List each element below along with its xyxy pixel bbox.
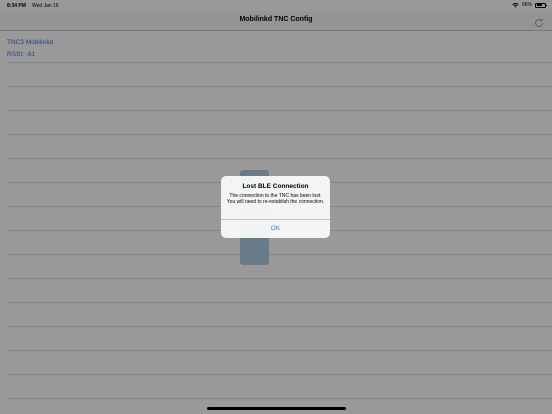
alert-title: Lost BLE Connection (242, 183, 309, 190)
home-indicator[interactable] (207, 407, 346, 410)
alert-message: The connection to the TNC has been lost.… (226, 193, 325, 205)
ok-button[interactable]: OK (221, 220, 330, 238)
app-screen: 8:34 PM Wed Jan 16 66% Mobilinkd TNC Con… (0, 0, 552, 414)
lost-connection-alert: Lost BLE Connection The connection to th… (221, 176, 330, 238)
